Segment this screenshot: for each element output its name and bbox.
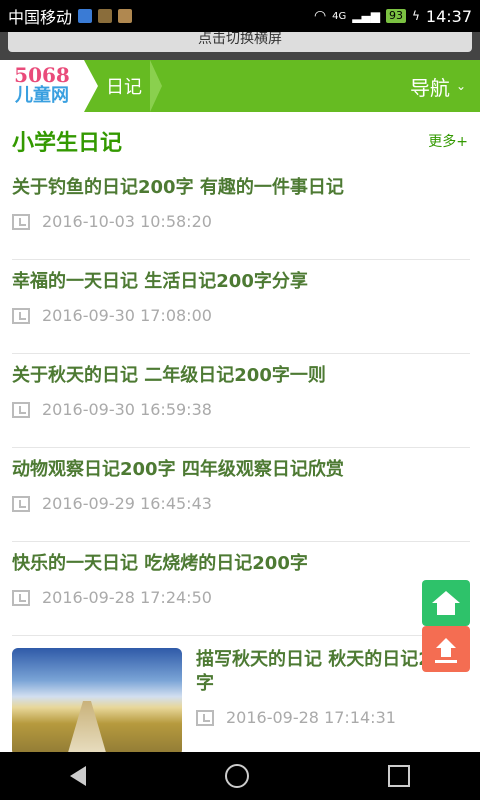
logo-text: 儿童网 bbox=[15, 85, 69, 106]
list-item[interactable]: 关于秋天的日记 二年级日记200字一则 2016-09-30 16:59:38 bbox=[12, 354, 470, 448]
home-icon bbox=[432, 591, 460, 603]
item-date: 2016-10-03 10:58:20 bbox=[42, 212, 212, 231]
recent-apps-icon[interactable] bbox=[388, 765, 411, 787]
landscape-toggle-bar: 点击切换横屏 bbox=[0, 32, 480, 60]
clock-icon bbox=[12, 589, 30, 606]
network-type: 4G bbox=[332, 10, 347, 22]
home-circle-icon[interactable] bbox=[224, 764, 249, 788]
battery-icon: 93 bbox=[385, 9, 406, 23]
article-thumbnail[interactable] bbox=[12, 648, 182, 756]
list-item[interactable]: 幸福的一天日记 生活日记200字分享 2016-09-30 17:08:00 bbox=[12, 260, 470, 354]
item-meta: 2016-09-28 17:14:31 bbox=[196, 708, 470, 727]
app-notification-icon bbox=[78, 9, 93, 23]
home-button[interactable] bbox=[422, 580, 470, 626]
image-notification-icon bbox=[118, 9, 133, 23]
item-date: 2016-09-28 17:24:50 bbox=[42, 588, 212, 607]
charging-icon: ϟ bbox=[411, 9, 420, 23]
back-icon[interactable] bbox=[69, 766, 86, 786]
item-meta: 2016-09-28 17:24:50 bbox=[12, 588, 470, 607]
breadcrumb-arrow-icon bbox=[84, 60, 98, 112]
list-item[interactable]: 关于钓鱼的日记200字 有趣的一件事日记 2016-10-03 10:58:20 bbox=[12, 166, 470, 260]
breadcrumb-separator-icon bbox=[150, 60, 162, 112]
item-meta: 2016-10-03 10:58:20 bbox=[12, 212, 470, 231]
list-item[interactable]: 动物观察日记200字 四年级观察日记欣赏 2016-09-29 16:45:43 bbox=[12, 448, 470, 542]
wifi-icon: ◠ bbox=[313, 8, 327, 24]
carrier-name: 中国移动 bbox=[8, 8, 73, 27]
list-item[interactable]: 快乐的一天日记 吃烧烤的日记200字 2016-09-28 17:24:50 bbox=[12, 542, 470, 636]
item-date: 2016-09-29 16:45:43 bbox=[42, 494, 212, 513]
item-title[interactable]: 关于钓鱼的日记200字 有趣的一件事日记 bbox=[12, 176, 470, 200]
more-link[interactable]: 更多+ bbox=[428, 131, 468, 151]
system-nav-bar bbox=[0, 752, 480, 800]
section-title: 小学生日记 bbox=[12, 131, 123, 156]
back-to-top-button[interactable] bbox=[422, 626, 470, 672]
arrow-up-icon bbox=[436, 638, 456, 648]
clock-icon bbox=[12, 213, 30, 230]
clock-time: 14:37 bbox=[425, 6, 472, 26]
diary-list: 关于钓鱼的日记200字 有趣的一件事日记 2016-10-03 10:58:20… bbox=[12, 166, 470, 756]
logo-number: 5068 bbox=[14, 63, 70, 87]
item-date: 2016-09-30 17:08:00 bbox=[42, 306, 212, 325]
item-title[interactable]: 快乐的一天日记 吃烧烤的日记200字 bbox=[12, 552, 470, 576]
item-meta: 2016-09-30 16:59:38 bbox=[12, 400, 470, 419]
item-title[interactable]: 动物观察日记200字 四年级观察日记欣赏 bbox=[12, 458, 470, 482]
item-date: 2016-09-30 16:59:38 bbox=[42, 400, 212, 419]
item-meta: 2016-09-29 16:45:43 bbox=[12, 494, 470, 513]
clock-icon bbox=[196, 709, 214, 726]
status-bar: 中国移动 ◠ 4G ▂▄▆ 93 ϟ 14:37 bbox=[0, 0, 480, 32]
item-title[interactable]: 幸福的一天日记 生活日记200字分享 bbox=[12, 270, 470, 294]
item-title[interactable]: 关于秋天的日记 二年级日记200字一则 bbox=[12, 364, 470, 388]
app-notification-icon bbox=[98, 9, 113, 23]
item-date: 2016-09-28 17:14:31 bbox=[226, 708, 396, 727]
clock-icon bbox=[12, 495, 30, 512]
landscape-toggle-button[interactable]: 点击切换横屏 bbox=[8, 32, 472, 52]
clock-icon bbox=[12, 307, 30, 324]
section-header: 小学生日记 更多+ bbox=[12, 124, 468, 158]
site-logo[interactable]: 5068 儿童网 bbox=[0, 60, 84, 112]
nav-menu-button[interactable]: 导航 ⌄ bbox=[410, 72, 466, 101]
signal-icon: ▂▄▆ bbox=[352, 9, 380, 23]
clock-icon bbox=[12, 401, 30, 418]
breadcrumb-diary[interactable]: 日记 bbox=[106, 73, 142, 99]
chevron-down-icon: ⌄ bbox=[455, 79, 466, 93]
item-meta: 2016-09-30 17:08:00 bbox=[12, 306, 470, 325]
nav-label: 导航 bbox=[409, 75, 450, 100]
site-header: 5068 儿童网 日记 导航 ⌄ bbox=[0, 60, 480, 112]
list-item-with-thumbnail[interactable]: 描写秋天的日记 秋天的日记200字 2016-09-28 17:14:31 bbox=[12, 636, 470, 756]
